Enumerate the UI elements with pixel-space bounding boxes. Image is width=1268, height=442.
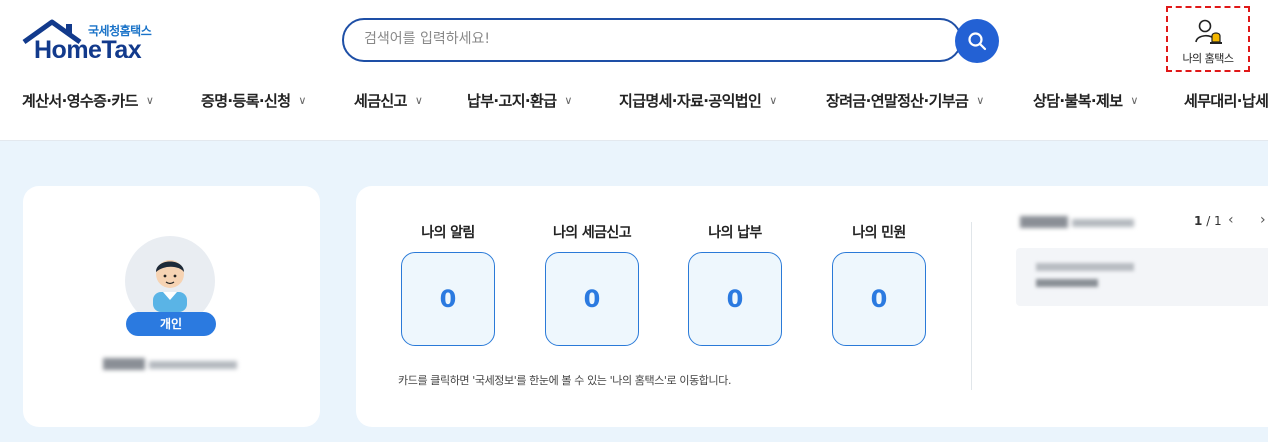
chevron-down-icon: ∨ xyxy=(1130,94,1138,107)
tile-title: 나의 민원 xyxy=(852,225,906,241)
civil-count-card[interactable]: 0 xyxy=(832,252,926,346)
masked-notice-content xyxy=(1036,279,1098,287)
user-type-badge: 개인 xyxy=(126,312,216,336)
masked-user-name xyxy=(103,358,237,370)
pager-current: 1 xyxy=(1194,214,1203,228)
pager-total: / 1 xyxy=(1206,214,1222,228)
search-bar xyxy=(342,18,962,62)
pager-next-icon[interactable]: › xyxy=(1260,212,1266,228)
notice-item[interactable] xyxy=(1016,248,1268,306)
payment-count-card[interactable]: 0 xyxy=(688,252,782,346)
notice-pager: 1 / 1 xyxy=(1194,214,1222,228)
dashboard-area: 개인 나의 알림 0 나의 세금신고 0 나의 납부 0 나의 민원 0 카드를… xyxy=(0,141,1268,442)
search-input[interactable] xyxy=(362,30,926,48)
nav-item-certificate[interactable]: 증명·등록·신청 ∨ xyxy=(201,90,306,111)
chevron-down-icon: ∨ xyxy=(769,94,777,107)
nav-item-tax-return[interactable]: 세금신고 ∨ xyxy=(354,90,423,111)
nav-item-consultation[interactable]: 상담·불복·제보 ∨ xyxy=(1033,90,1138,111)
tile-my-alerts: 나의 알림 0 xyxy=(388,222,508,346)
tile-title: 나의 납부 xyxy=(708,225,762,241)
nav-item-payment[interactable]: 납부·고지·환급 ∨ xyxy=(467,90,572,111)
my-hometax-label: 나의 홈택스 xyxy=(1182,52,1234,65)
hometax-logo[interactable]: 국세청홈택스 HomeTax xyxy=(22,18,162,68)
my-hometax-button[interactable]: 나의 홈택스 xyxy=(1166,6,1250,72)
chevron-down-icon: ∨ xyxy=(564,94,572,107)
section-divider xyxy=(971,222,972,390)
tax-return-count-card[interactable]: 0 xyxy=(545,252,639,346)
masked-notice-title xyxy=(1020,216,1134,228)
nav-item-tax-agent[interactable]: 세무대리·납세관리 xyxy=(1184,90,1268,111)
nav-item-incentives[interactable]: 장려금·연말정산·기부금 ∨ xyxy=(826,90,984,111)
logo-title: HomeTax xyxy=(34,36,142,64)
nav-item-invoice[interactable]: 계산서·영수증·카드 ∨ xyxy=(22,90,154,111)
masked-notice-date xyxy=(1036,263,1134,271)
main-nav: 계산서·영수증·카드 ∨ 증명·등록·신청 ∨ 세금신고 ∨ 납부·고지·환급 ∨ 지급… xyxy=(0,90,1268,114)
tile-title: 나의 세금신고 xyxy=(553,225,632,241)
tile-my-civil: 나의 민원 0 xyxy=(819,222,939,346)
chevron-down-icon: ∨ xyxy=(976,94,984,107)
tile-my-tax-return: 나의 세금신고 0 xyxy=(532,222,652,346)
user-bell-icon xyxy=(1195,19,1222,44)
chevron-down-icon: ∨ xyxy=(298,94,306,107)
site-header: 국세청홈택스 HomeTax 나의 홈택스 계산서·영수증·카드∨ 증명·등록·… xyxy=(0,0,1268,141)
search-button[interactable] xyxy=(955,19,999,63)
tile-my-payment: 나의 납부 0 xyxy=(675,222,795,346)
nav-item-statements[interactable]: 지급명세·자료·공익법인 ∨ xyxy=(619,90,777,111)
search-icon xyxy=(968,32,987,51)
chevron-down-icon: ∨ xyxy=(414,94,423,107)
tile-title: 나의 알림 xyxy=(421,225,475,241)
pager-prev-icon[interactable]: ‹ xyxy=(1228,212,1234,228)
chevron-down-icon: ∨ xyxy=(145,94,154,107)
summary-card: 나의 알림 0 나의 세금신고 0 나의 납부 0 나의 민원 0 카드를 클릭… xyxy=(356,186,1268,427)
profile-card: 개인 xyxy=(23,186,320,427)
alerts-count-card[interactable]: 0 xyxy=(401,252,495,346)
cards-hint-text: 카드를 클릭하면 '국세정보'를 한눈에 볼 수 있는 '나의 홈택스'로 이동… xyxy=(398,374,732,387)
